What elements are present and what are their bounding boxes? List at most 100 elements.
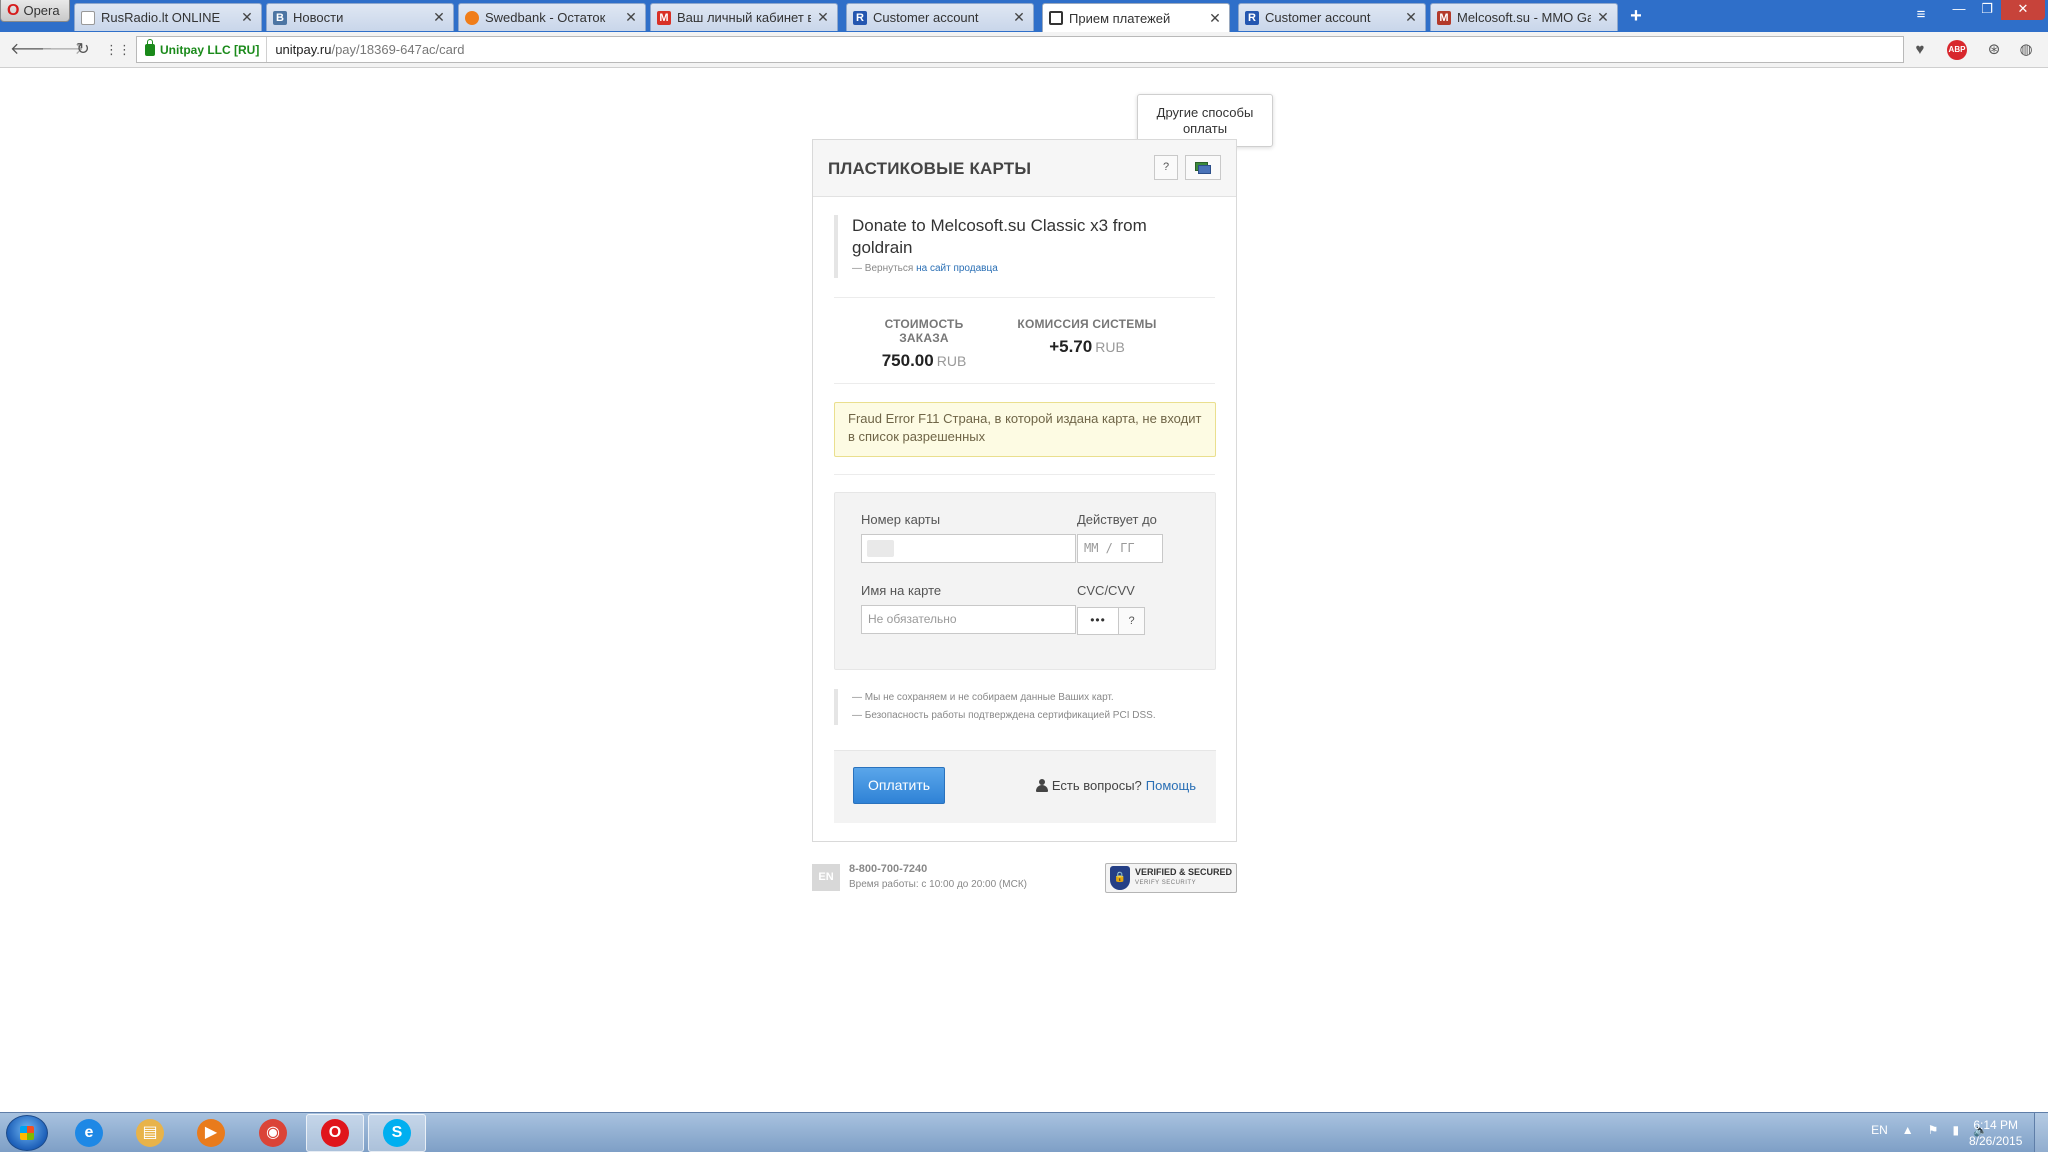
person-icon [1035, 779, 1048, 792]
taskbar-app[interactable]: ▶ [182, 1114, 240, 1152]
card-header: ПЛАСТИКОВЫЕ КАРТЫ ? [813, 140, 1236, 197]
browser-tab[interactable]: RusRadio.lt ONLINE ✕ [74, 3, 262, 31]
verified-secured-badge[interactable]: 🔒 VERIFIED & SECURED VERIFY SECURITY [1105, 863, 1237, 893]
m-icon: M [1437, 10, 1451, 25]
divider [834, 383, 1215, 384]
tab-close-icon[interactable]: ✕ [241, 9, 253, 26]
url-field[interactable]: Unitpay LLC [RU] unitpay.ru/pay/18369-64… [136, 36, 1904, 63]
other-methods-button[interactable] [1185, 155, 1221, 180]
forward-icon[interactable]: 🡒 [41, 40, 84, 60]
system-fee-value: +5.70 RUB [1049, 337, 1125, 356]
page-footer: EN 8-800-700-7240 Время работы: с 10:00 … [812, 863, 1237, 893]
card-number-input[interactable] [861, 534, 1076, 563]
restore-button[interactable]: ❐ [1973, 0, 2001, 20]
browser-tab[interactable]: M Melcosoft.su - MMO Gam ✕ [1430, 3, 1618, 31]
browser-tab[interactable]: R Customer account ✕ [846, 3, 1034, 31]
tray-expand-icon[interactable]: ▲ [1902, 1123, 1914, 1137]
tab-close-icon[interactable]: ✕ [625, 9, 637, 26]
tab-close-icon[interactable]: ✕ [1597, 9, 1609, 26]
swedbank-icon [465, 10, 479, 25]
expiry-input[interactable]: ММ / ГГ [1077, 534, 1163, 563]
opera-menu-label: Opera [23, 3, 60, 18]
reload-icon[interactable]: ↻ [73, 40, 93, 60]
language-switch[interactable]: EN [812, 864, 840, 891]
system-fee-label: КОМИССИЯ СИСТЕМЫ [1017, 317, 1157, 331]
back-to-merchant: — Вернуться на сайт продавца [852, 263, 998, 274]
taskbar-app[interactable]: ◉ [244, 1114, 302, 1152]
opera-menu-button[interactable]: O Opera [0, 0, 70, 22]
card-form: Номер карты Действует до ММ / ГГ Имя на … [834, 492, 1216, 670]
shield-icon: 🔒 [1110, 866, 1130, 890]
speed-dial-icon[interactable]: ⋮⋮ [105, 40, 131, 60]
order-title: Donate to Melcosoft.su Classic x3 from g… [852, 216, 1147, 257]
security-note: — Мы не сохраняем и не собираем данные В… [852, 692, 1114, 703]
divider [834, 474, 1215, 475]
r-icon: R [1245, 10, 1259, 25]
back-icon[interactable]: 🡐 [10, 40, 53, 60]
browser-tab[interactable]: Swedbank - Остаток ✕ [458, 3, 646, 31]
page-title: ПЛАСТИКОВЫЕ КАРТЫ [828, 159, 1032, 178]
tab-close-icon[interactable]: ✕ [433, 9, 445, 26]
order-cost-value: 750.00 RUB [881, 351, 967, 370]
card-name-label: Имя на карте [861, 583, 942, 598]
security-label: Unitpay LLC [RU] [160, 42, 260, 57]
browser-tab[interactable]: M Ваш личный кабинет в Р ✕ [650, 3, 838, 31]
tab-title: Melcosoft.su - MMO Gam [1457, 10, 1591, 25]
tab-menu-icon[interactable]: ≡ [1910, 6, 1932, 26]
support-phone: 8-800-700-7240 [849, 863, 928, 875]
tab-title: Customer account [873, 10, 979, 25]
download-icon[interactable]: ⊛ [1984, 40, 2004, 60]
cvc-help-button[interactable]: ? [1119, 607, 1145, 635]
url-text: unitpay.ru/pay/18369-647ac/card [275, 42, 465, 57]
minimize-button[interactable]: — [1945, 0, 1973, 20]
support-hours: Время работы: с 10:00 до 20:00 (МСК) [849, 879, 1027, 890]
divider [834, 297, 1215, 298]
payment-card: ПЛАСТИКОВЫЕ КАРТЫ ? Donate to Melcosoft.… [812, 139, 1237, 842]
adblock-icon[interactable]: ABP [1947, 40, 1967, 60]
card-type-icon [867, 540, 894, 557]
network-icon[interactable]: ▮ [1952, 1123, 1959, 1137]
new-tab-button[interactable]: + [1625, 5, 1647, 27]
tab-bar: O Opera RusRadio.lt ONLINE ✕ В Новости ✕ Swed… [0, 0, 2048, 32]
tab-close-icon[interactable]: ✕ [1405, 9, 1417, 26]
heart-icon[interactable]: ♥ [1910, 40, 1930, 60]
gmail-icon: M [657, 10, 671, 25]
order-cost: СТОИМОСТЬ ЗАКАЗА 750.00 RUB [859, 317, 989, 371]
address-bar: 🡐 🡒 ↻ ⋮⋮ Unitpay LLC [RU] unitpay.ru/pay… [0, 32, 2048, 68]
security-badge[interactable]: Unitpay LLC [RU] [137, 37, 268, 62]
pay-button[interactable]: Оплатить [853, 767, 945, 804]
action-center-icon[interactable]: ⚑ [1928, 1123, 1939, 1137]
tab-close-icon[interactable]: ✕ [1013, 9, 1025, 26]
windows-taskbar: e ▤ ▶ ◉ O S EN ▲ ⚑ ▮ 🔈 6:14 PM 8/26/2015 [0, 1112, 2048, 1152]
tab-title: Ваш личный кабинет в Р [677, 10, 811, 25]
start-button[interactable] [6, 1115, 48, 1151]
browser-tab[interactable]: В Новости ✕ [266, 3, 454, 31]
taskbar-app[interactable]: e [60, 1114, 118, 1152]
close-window-button[interactable]: ✕ [2001, 0, 2045, 20]
clock[interactable]: 6:14 PM 8/26/2015 [1969, 1117, 2022, 1149]
tab-title: Прием платежей [1069, 10, 1171, 26]
taskbar-app[interactable]: O [306, 1114, 364, 1152]
help-button[interactable]: ? [1154, 155, 1178, 180]
order-info: Donate to Melcosoft.su Classic x3 from g… [834, 215, 1194, 278]
input-language[interactable]: EN [1871, 1123, 1888, 1137]
taskbar-app[interactable]: ▤ [121, 1114, 179, 1152]
tab-title: RusRadio.lt ONLINE [101, 10, 221, 25]
merchant-site-link[interactable]: на сайт продавца [916, 263, 998, 274]
show-desktop-button[interactable] [2034, 1113, 2048, 1152]
tab-close-icon[interactable]: ✕ [1209, 10, 1221, 27]
cvc-input[interactable]: ••• [1077, 607, 1119, 635]
clock-date: 8/26/2015 [1969, 1134, 2023, 1148]
help-link[interactable]: Помощь [1146, 778, 1196, 793]
account-icon[interactable]: ◍ [2016, 40, 2036, 60]
card-name-input[interactable]: Не обязательно [861, 605, 1076, 634]
browser-tab[interactable]: Прием платежей ✕ [1042, 3, 1230, 32]
internet-explorer-icon: e [75, 1119, 103, 1147]
browser-tab[interactable]: R Customer account ✕ [1238, 3, 1426, 31]
document-icon [1049, 11, 1063, 25]
system-fee: КОМИССИЯ СИСТЕМЫ +5.70 RUB [1015, 317, 1159, 357]
card-footer: Оплатить Есть вопросы? Помощь [834, 750, 1216, 823]
taskbar-app[interactable]: S [368, 1114, 426, 1152]
error-alert: Fraud Error F11 Страна, в которой издана… [834, 402, 1216, 457]
tab-close-icon[interactable]: ✕ [817, 9, 829, 26]
